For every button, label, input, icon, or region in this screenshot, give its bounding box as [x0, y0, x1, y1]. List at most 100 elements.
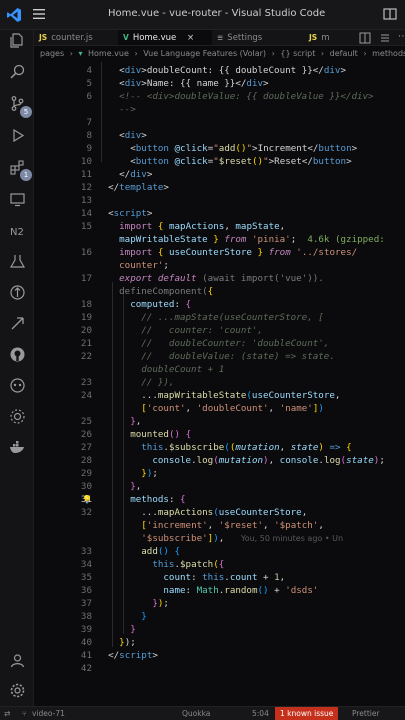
code-line[interactable]: 26 mounted() {: [34, 428, 405, 441]
code-line[interactable]: 41 </script>: [34, 649, 405, 662]
cursor-position[interactable]: 5:04: [252, 707, 269, 720]
code-line[interactable]: 34 this.$patch({: [34, 558, 405, 571]
git-graph-icon[interactable]: [9, 284, 26, 301]
code-line[interactable]: counter';: [34, 259, 405, 272]
code-line[interactable]: 23 // }),: [34, 376, 405, 389]
code-line[interactable]: 22 // doubleValue: (state) => state.: [34, 350, 405, 363]
docker-icon[interactable]: [9, 438, 26, 455]
code-line[interactable]: 35 count: this.count + 1,: [34, 571, 405, 584]
settings-sync-icon[interactable]: [9, 408, 26, 425]
code-line[interactable]: 29 });: [34, 467, 405, 480]
code-line[interactable]: 19 // ...mapState(useCounterStore, [: [34, 311, 405, 324]
code-line[interactable]: 4 <div>doubleCount: {{ doubleCount }}</d…: [34, 64, 405, 77]
line-number: 23: [80, 377, 92, 388]
code-line[interactable]: 17 export default (await import('vue')).: [34, 272, 405, 285]
split-layout-icon[interactable]: [382, 6, 398, 22]
copilot-icon[interactable]: [9, 377, 26, 394]
code-text: }: [130, 624, 136, 635]
git-branch[interactable]: video-71: [32, 707, 65, 720]
github-icon[interactable]: [9, 346, 26, 363]
breadcrumb-item[interactable]: {} script: [280, 49, 315, 58]
code-line[interactable]: -->: [34, 103, 405, 116]
breadcrumb-item[interactable]: methods: [372, 49, 405, 58]
js-file-icon: JS: [39, 33, 48, 42]
code-line[interactable]: 14 <script>: [34, 207, 405, 220]
code-line[interactable]: 16 import { useCounterStore } from '../s…: [34, 246, 405, 259]
testing-icon[interactable]: [9, 253, 26, 270]
code-line[interactable]: 5 <div>Name: {{ name }}</div>: [34, 77, 405, 90]
code-line[interactable]: 11 </div>: [34, 168, 405, 181]
code-text: // }),: [141, 377, 175, 388]
code-line[interactable]: ['increment', '$reset', '$patch',: [34, 519, 405, 532]
code-line[interactable]: 31 methods: {💡: [34, 493, 405, 506]
code-line[interactable]: 38 }: [34, 610, 405, 623]
code-editor[interactable]: 4 <div>doubleCount: {{ doubleCount }}</d…: [34, 62, 405, 706]
code-line[interactable]: 30 },: [34, 480, 405, 493]
code-line[interactable]: 25 },: [34, 415, 405, 428]
code-line[interactable]: 27 this.$subscribe((mutation, state) => …: [34, 441, 405, 454]
code-line[interactable]: 39 }: [34, 623, 405, 636]
code-line[interactable]: 32 ...mapActions(useCounterStore,: [34, 506, 405, 519]
compare-icon[interactable]: [379, 32, 391, 44]
breadcrumb-item[interactable]: default: [330, 49, 358, 58]
code-line[interactable]: 8 <div>: [34, 129, 405, 142]
breadcrumb-separator: ›: [363, 49, 367, 58]
code-line[interactable]: 13: [34, 194, 405, 207]
deploy-icon[interactable]: [9, 315, 26, 332]
lightbulb-icon[interactable]: 💡: [82, 493, 92, 506]
code-line[interactable]: mapWritableState } from 'pinia'; 4.6k (g…: [34, 233, 405, 246]
known-issue-badge[interactable]: 1 known issue: [275, 707, 339, 720]
prettier-status[interactable]: Prettier: [352, 707, 380, 720]
code-text: });: [152, 598, 169, 609]
menu-icon[interactable]: [32, 8, 46, 20]
split-editor-icon[interactable]: [359, 32, 371, 44]
nx-console-icon[interactable]: N2: [9, 222, 26, 239]
code-line[interactable]: 6 <!-- <div>doubleValue: {{ doubleValue …: [34, 90, 405, 103]
line-number: 5: [86, 78, 92, 89]
tab-m[interactable]: JS m: [304, 30, 354, 45]
window-title: Home.vue - vue-router - Visual Studio Co…: [108, 8, 326, 19]
code-line[interactable]: 24 ...mapWritableState(useCounterStore,: [34, 389, 405, 402]
line-number: 39: [80, 624, 92, 635]
more-actions-icon[interactable]: ⋯: [398, 30, 405, 44]
code-line[interactable]: 33 add() {: [34, 545, 405, 558]
breadcrumb-item[interactable]: pages: [40, 49, 64, 58]
code-line[interactable]: ['count', 'doubleCount', 'name']): [34, 402, 405, 415]
code-line[interactable]: 21 // doubleCounter: 'doubleCount',: [34, 337, 405, 350]
code-line[interactable]: 28 console.log(mutation), console.log(st…: [34, 454, 405, 467]
code-line[interactable]: 12 </template>: [34, 181, 405, 194]
account-icon[interactable]: [9, 652, 26, 669]
code-line[interactable]: 42: [34, 662, 405, 675]
tab-counter-js[interactable]: JS counter.js: [34, 30, 118, 45]
code-line[interactable]: 37 });: [34, 597, 405, 610]
line-number: 11: [80, 169, 92, 180]
tab-home-vue[interactable]: V Home.vue ×: [118, 30, 212, 45]
search-icon[interactable]: [9, 63, 26, 80]
code-line[interactable]: 9 <button @click="add()">Increment</butt…: [34, 142, 405, 155]
code-line[interactable]: 18 computed: {: [34, 298, 405, 311]
code-text: export default (await import('vue')).: [119, 273, 324, 284]
close-icon[interactable]: ×: [187, 33, 194, 43]
breadcrumb-item[interactable]: Home.vue: [88, 49, 129, 58]
code-line[interactable]: '$subscribe']), You, 50 minutes ago • Un: [34, 532, 405, 545]
run-debug-icon[interactable]: [9, 127, 26, 144]
line-number: 24: [80, 390, 92, 401]
code-line[interactable]: 40 });: [34, 636, 405, 649]
explorer-icon[interactable]: [9, 32, 26, 49]
code-line[interactable]: 7: [34, 116, 405, 129]
code-line[interactable]: doubleCount + 1: [34, 363, 405, 376]
manage-gear-icon[interactable]: [9, 682, 26, 699]
code-line[interactable]: 36 name: Math.random() + 'dsds': [34, 584, 405, 597]
breadcrumb-item[interactable]: Vue Language Features (Volar): [143, 49, 266, 58]
code-text: },: [130, 416, 142, 427]
line-number: 32: [80, 507, 92, 518]
code-line[interactable]: 10 <button @click="$reset()">Reset</butt…: [34, 155, 405, 168]
remote-indicator-icon[interactable]: ⇄: [4, 707, 10, 720]
code-line[interactable]: 15 import { mapActions, mapState,: [34, 220, 405, 233]
tab-settings[interactable]: ≡ Settings: [212, 30, 304, 45]
code-line[interactable]: defineComponent({: [34, 285, 405, 298]
quokka-status[interactable]: Quokka: [182, 707, 210, 720]
activity-bar: 5 1 N2: [0, 30, 34, 706]
remote-explorer-icon[interactable]: [9, 191, 26, 208]
code-line[interactable]: 20 // counter: 'count',: [34, 324, 405, 337]
